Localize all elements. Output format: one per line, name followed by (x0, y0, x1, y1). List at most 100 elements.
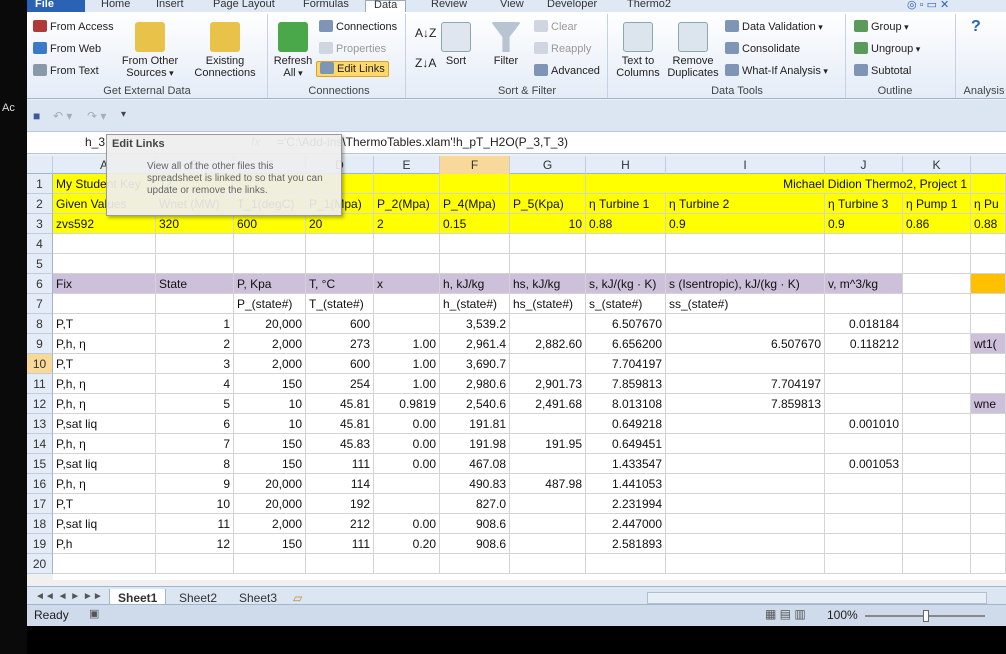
tab-thermo2[interactable]: Thermo2 (619, 0, 679, 12)
cell[interactable] (156, 254, 234, 274)
cell[interactable] (971, 414, 1006, 434)
cell[interactable]: 2 (156, 334, 234, 354)
macro-record-icon[interactable]: ▣ (89, 607, 99, 620)
tab-view[interactable]: View (492, 0, 532, 12)
cell[interactable] (510, 234, 586, 254)
cell[interactable] (903, 334, 971, 354)
cell[interactable] (53, 254, 156, 274)
row-header-7[interactable]: 7 (27, 294, 53, 314)
cell[interactable]: 0.00 (374, 434, 440, 454)
cell[interactable]: 7 (156, 434, 234, 454)
row-header-10[interactable]: 10 (27, 354, 53, 374)
cell[interactable] (440, 174, 510, 194)
cell[interactable]: 1.00 (374, 334, 440, 354)
cell[interactable] (903, 514, 971, 534)
column-header-h[interactable]: H (586, 156, 666, 174)
cell[interactable] (510, 314, 586, 334)
group-button[interactable]: Group (854, 20, 909, 33)
row-header-13[interactable]: 13 (27, 414, 53, 434)
cell[interactable]: 150 (234, 454, 306, 474)
from-web-button[interactable]: From Web (33, 42, 101, 55)
cell[interactable]: wne (971, 394, 1006, 414)
cell[interactable] (971, 254, 1006, 274)
cell[interactable] (971, 174, 1006, 194)
cell[interactable]: 6.507670 (666, 334, 825, 354)
cell[interactable] (374, 474, 440, 494)
cell[interactable] (825, 474, 903, 494)
cell[interactable]: 0.001010 (825, 414, 903, 434)
column-header-g[interactable]: G (510, 156, 586, 174)
cell[interactable]: P_(state#) (234, 294, 306, 314)
cell[interactable]: P,h, η (53, 374, 156, 394)
cell[interactable] (510, 254, 586, 274)
consolidate-button[interactable]: Consolidate (725, 42, 800, 55)
cell[interactable]: 20,000 (234, 494, 306, 514)
cell[interactable] (971, 354, 1006, 374)
horizontal-scrollbar[interactable] (647, 592, 987, 604)
cell[interactable] (903, 414, 971, 434)
sheet-nav-arrows-icon[interactable]: ◄◄ ◄ ► ►► (35, 591, 103, 602)
cell[interactable]: 0.88 (586, 214, 666, 234)
cell[interactable] (306, 234, 374, 254)
cell[interactable]: 45.81 (306, 394, 374, 414)
cell[interactable]: η Turbine 3 (825, 194, 903, 214)
cell[interactable]: 150 (234, 434, 306, 454)
cell[interactable] (903, 494, 971, 514)
cell[interactable]: 114 (306, 474, 374, 494)
cell[interactable]: 908.6 (440, 514, 510, 534)
window-controls[interactable]: ◎ ▫ ▭ ✕ (907, 0, 949, 11)
cell[interactable] (825, 494, 903, 514)
tab-data[interactable]: Data (365, 0, 407, 12)
cell[interactable] (234, 554, 306, 574)
cell[interactable]: P,sat liq (53, 514, 156, 534)
cell[interactable]: 0.00 (374, 414, 440, 434)
cell[interactable]: 0.001053 (825, 454, 903, 474)
cell[interactable]: zvs592 (53, 214, 156, 234)
cell[interactable]: 0.00 (374, 514, 440, 534)
cell[interactable] (903, 274, 971, 294)
cell[interactable] (156, 294, 234, 314)
cell[interactable] (374, 494, 440, 514)
cell[interactable]: 0.118212 (825, 334, 903, 354)
row-header-20[interactable]: 20 (27, 554, 53, 574)
cell[interactable]: 150 (234, 534, 306, 554)
cell[interactable] (825, 234, 903, 254)
view-buttons-icon[interactable]: ▦ ▤ ▥ (765, 607, 806, 621)
cell[interactable]: 0.9819 (374, 394, 440, 414)
cell[interactable]: 0.00 (374, 454, 440, 474)
sort-descending-icon[interactable]: Z↓A (415, 56, 436, 70)
cell[interactable] (666, 554, 825, 574)
cell[interactable] (903, 294, 971, 314)
advanced-filter-button[interactable]: Advanced (534, 64, 600, 77)
cell[interactable]: 111 (306, 534, 374, 554)
tab-insert[interactable]: Insert (148, 0, 192, 12)
cell[interactable]: s_(state#) (586, 294, 666, 314)
clear-filter-button[interactable]: Clear (534, 20, 577, 33)
row-header-16[interactable]: 16 (27, 474, 53, 494)
cell[interactable]: 0.88 (971, 214, 1006, 234)
cell[interactable]: 1.441053 (586, 474, 666, 494)
cell[interactable]: 4 (156, 374, 234, 394)
cell[interactable] (666, 414, 825, 434)
cell[interactable] (666, 434, 825, 454)
cell[interactable]: 7.859813 (586, 374, 666, 394)
cell[interactable] (510, 514, 586, 534)
cell[interactable] (825, 534, 903, 554)
cell[interactable] (971, 434, 1006, 454)
cell[interactable]: 191.98 (440, 434, 510, 454)
cell[interactable] (666, 254, 825, 274)
cell[interactable] (971, 374, 1006, 394)
tab-developer[interactable]: Developer (539, 0, 605, 12)
cell[interactable]: η Turbine 2 (666, 194, 825, 214)
cell[interactable] (234, 254, 306, 274)
redo-icon[interactable]: ↷ ▾ (87, 109, 106, 123)
cell[interactable]: T, °C (306, 274, 374, 294)
edit-links-button[interactable]: Edit Links (316, 61, 389, 77)
from-access-button[interactable]: From Access (33, 20, 114, 33)
cell[interactable]: η Turbine 1 (586, 194, 666, 214)
cell[interactable] (903, 454, 971, 474)
cell[interactable]: 8.013108 (586, 394, 666, 414)
cell[interactable]: v, m^3/kg (825, 274, 903, 294)
cell[interactable]: 3 (156, 354, 234, 374)
cell[interactable] (825, 394, 903, 414)
